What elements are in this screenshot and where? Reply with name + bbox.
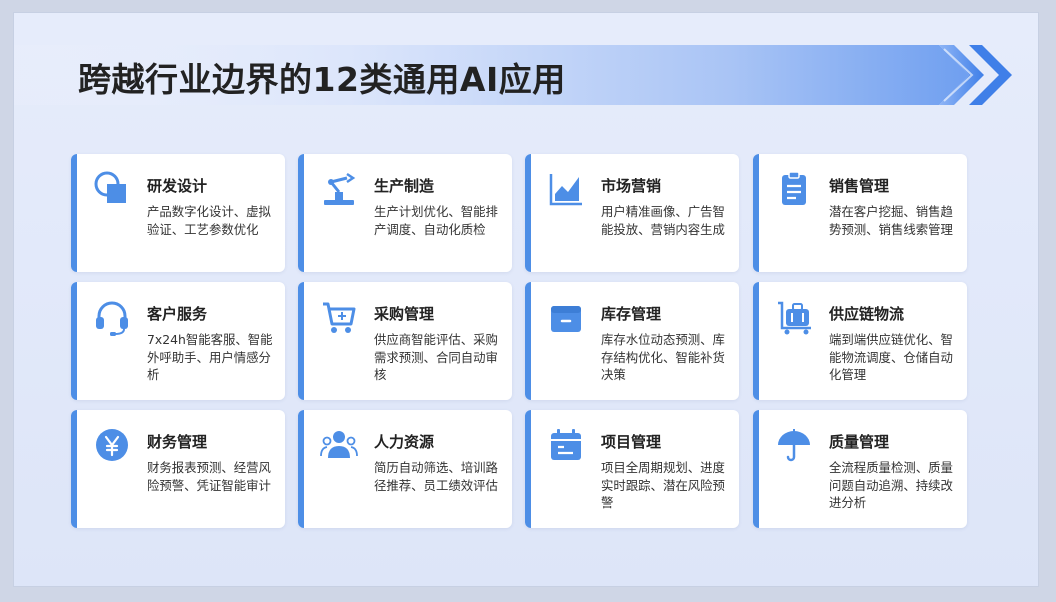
card-title: 研发设计 (147, 177, 208, 195)
card-title: 项目管理 (601, 433, 662, 451)
page-title: 跨越行业边界的12类通用AI应用 (78, 60, 566, 99)
clipboard-icon (775, 170, 813, 208)
people-icon (320, 426, 358, 464)
feature-card: 客户服务 7x24h智能客服、智能外呼助手、用户情感分析 (71, 282, 285, 400)
card-accent-bar (753, 410, 759, 528)
card-title: 生产制造 (374, 177, 435, 195)
headset-icon (93, 298, 131, 336)
feature-card: 采购管理供应商智能评估、采购需求预测、合同自动审核 (298, 282, 512, 400)
umbrella-icon (775, 426, 813, 464)
area-chart-icon (547, 170, 585, 208)
design-icon (93, 170, 131, 208)
card-description: 生产计划优化、智能排产调度、自动化质检 (374, 204, 498, 237)
calendar-icon (547, 426, 585, 464)
card-description: 全流程质量检测、质量问题自动追溯、持续改进分析 (829, 460, 953, 510)
card-title: 财务管理 (147, 433, 208, 451)
feature-card: 质量管理全流程质量检测、质量问题自动追溯、持续改进分析 (753, 410, 967, 528)
feature-card: 供应链物流端到端供应链优化、智能物流调度、仓储自动化管理 (753, 282, 967, 400)
card-description: 库存水位动态预测、库存结构优化、智能补货决策 (601, 332, 725, 382)
feature-card: 项目管理项目全周期规划、进度实时跟踪、潜在风险预警 (525, 410, 739, 528)
card-title: 质量管理 (829, 433, 890, 451)
card-title: 人力资源 (374, 433, 435, 451)
card-accent-bar (753, 282, 759, 400)
card-accent-bar (71, 282, 77, 400)
card-description: 用户精准画像、广告智能投放、营销内容生成 (601, 204, 725, 237)
card-title: 供应链物流 (829, 305, 905, 323)
card-accent-bar (71, 154, 77, 272)
shopping-cart-icon (320, 298, 358, 336)
card-title: 客户服务 (147, 305, 208, 323)
card-accent-bar (298, 282, 304, 400)
card-title: 采购管理 (374, 305, 435, 323)
card-description: 项目全周期规划、进度实时跟踪、潜在风险预警 (601, 460, 725, 510)
card-title: 销售管理 (829, 177, 890, 195)
card-accent-bar (525, 282, 531, 400)
card-accent-bar (525, 410, 531, 528)
card-description: 潜在客户挖掘、销售趋势预测、销售线索管理 (829, 204, 953, 237)
feature-card: 库存管理库存水位动态预测、库存结构优化、智能补货决策 (525, 282, 739, 400)
luggage-cart-icon (775, 298, 813, 336)
card-description: 产品数字化设计、虚拟验证、工艺参数优化 (147, 204, 271, 237)
card-accent-bar (753, 154, 759, 272)
card-description: 供应商智能评估、采购需求预测、合同自动审核 (374, 332, 498, 382)
card-title: 市场营销 (601, 177, 662, 195)
slide: 跨越行业边界的12类通用AI应用 研发设计产品数字化设计、虚拟验证、工艺参数优化… (13, 12, 1039, 587)
card-accent-bar (525, 154, 531, 272)
card-accent-bar (298, 410, 304, 528)
feature-card: 生产制造生产计划优化、智能排产调度、自动化质检 (298, 154, 512, 272)
yen-coin-icon (93, 426, 131, 464)
feature-card: 人力资源简历自动筛选、培训路径推荐、员工绩效评估 (298, 410, 512, 528)
robot-arm-icon (320, 170, 358, 208)
card-accent-bar (298, 154, 304, 272)
inventory-box-icon (547, 298, 585, 336)
feature-card: 销售管理潜在客户挖掘、销售趋势预测、销售线索管理 (753, 154, 967, 272)
feature-card: 财务管理财务报表预测、经营风险预警、凭证智能审计 (71, 410, 285, 528)
card-accent-bar (71, 410, 77, 528)
feature-card: 研发设计产品数字化设计、虚拟验证、工艺参数优化 (71, 154, 285, 272)
card-description: 端到端供应链优化、智能物流调度、仓储自动化管理 (829, 332, 953, 382)
feature-card: 市场营销用户精准画像、广告智能投放、营销内容生成 (525, 154, 739, 272)
card-title: 库存管理 (601, 305, 662, 323)
card-description: 简历自动筛选、培训路径推荐、员工绩效评估 (374, 460, 498, 493)
card-description: 财务报表预测、经营风险预警、凭证智能审计 (147, 460, 271, 493)
card-description: 7x24h智能客服、智能外呼助手、用户情感分析 (147, 332, 273, 382)
